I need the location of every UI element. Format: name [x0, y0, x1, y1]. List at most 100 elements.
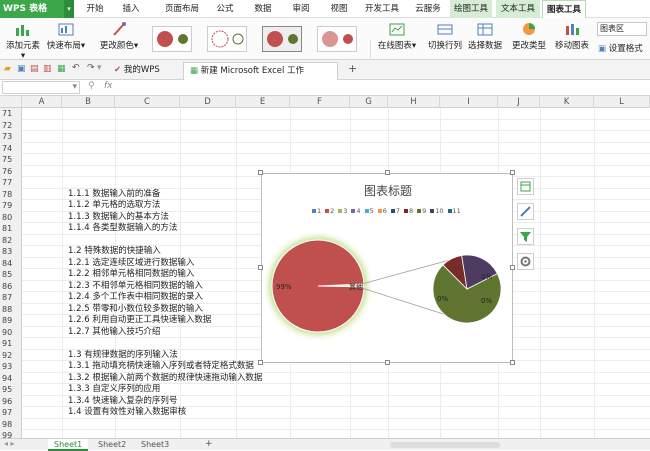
column-header[interactable]: B — [62, 96, 115, 108]
set-format-button[interactable]: ▣ 设置格式 — [598, 42, 648, 54]
chart-title[interactable]: 图表标题 — [262, 182, 514, 199]
preview-icon[interactable]: ▦ — [57, 64, 66, 74]
menu-tab[interactable]: 文本工具 — [496, 0, 540, 18]
row-number[interactable]: 94 — [0, 372, 22, 384]
cell-text[interactable]: 1.3.1 拖动填充柄快速输入序列或者特定格式数据 — [68, 361, 254, 373]
chevron-down-icon[interactable]: ▾ — [64, 0, 74, 18]
cell-text[interactable]: 1.1.4 各类型数据输入的方法 — [68, 223, 177, 235]
menu-tab[interactable]: 公式 — [208, 0, 242, 18]
sheet-nav-icon[interactable]: ◂ ▸ — [4, 439, 15, 448]
menu-tab[interactable]: 开发工具 — [360, 0, 404, 18]
row-number[interactable]: 98 — [0, 418, 22, 430]
quick-layout-button[interactable]: 快速布局▾ — [46, 22, 86, 51]
cell-text[interactable]: 1.2.3 不相邻单元格相同数据的输入 — [68, 281, 203, 293]
resize-handle[interactable] — [510, 360, 515, 365]
resize-handle[interactable] — [258, 360, 263, 365]
row-number[interactable]: 74 — [0, 142, 22, 154]
menu-tab[interactable]: 开始 — [78, 0, 112, 18]
row-number[interactable]: 82 — [0, 234, 22, 246]
row-number[interactable]: 78 — [0, 188, 22, 200]
row-number[interactable]: 80 — [0, 211, 22, 223]
cell-text[interactable]: 1.2.5 带零和小数位较多数据的输入 — [68, 304, 203, 316]
menu-tab[interactable]: 数据 — [246, 0, 280, 18]
folder-icon[interactable]: ▰ — [4, 64, 11, 74]
row-number[interactable]: 86 — [0, 280, 22, 292]
chart-style-1[interactable] — [152, 26, 192, 52]
chart-filter-button[interactable] — [517, 228, 534, 245]
menu-tab[interactable]: 页面布局 — [152, 0, 212, 18]
row-number[interactable]: 83 — [0, 246, 22, 258]
column-header[interactable]: E — [236, 96, 290, 108]
row-number[interactable]: 93 — [0, 361, 22, 373]
chart-area-select[interactable]: 图表区 — [597, 22, 647, 36]
row-number[interactable]: 76 — [0, 165, 22, 177]
row-number[interactable]: 96 — [0, 395, 22, 407]
cell-text[interactable]: 1.2 特殊数据的快捷输入 — [68, 246, 161, 258]
row-number[interactable]: 85 — [0, 269, 22, 281]
chart-style-2[interactable] — [207, 26, 247, 52]
menu-tab[interactable]: 绘图工具 — [450, 0, 492, 18]
cell-text[interactable]: 1.2.1 选定连续区域进行数据输入 — [68, 258, 194, 270]
row-number[interactable]: 75 — [0, 154, 22, 166]
undo-icon[interactable]: ↶ — [72, 63, 80, 73]
column-header[interactable]: A — [22, 96, 62, 108]
column-header[interactable]: F — [290, 96, 350, 108]
sheet-tab[interactable]: Sheet3 — [135, 439, 175, 451]
chevron-down-icon[interactable]: ▾ — [72, 82, 77, 92]
resize-handle[interactable] — [385, 360, 390, 365]
row-number[interactable]: 99 — [0, 430, 22, 438]
cell-text[interactable]: 1.1.2 单元格的选取方法 — [68, 200, 160, 212]
row-number[interactable]: 89 — [0, 315, 22, 327]
row-number[interactable]: 72 — [0, 119, 22, 131]
row-number[interactable]: 84 — [0, 257, 22, 269]
switch-row-col-button[interactable]: 切换行列 — [426, 22, 464, 51]
menu-tab[interactable]: 插入 — [114, 0, 148, 18]
row-number[interactable]: 92 — [0, 349, 22, 361]
redo-icon[interactable]: ↷ — [87, 63, 95, 73]
select-all-corner[interactable] — [0, 96, 22, 108]
resize-handle[interactable] — [258, 170, 263, 175]
column-header[interactable]: I — [440, 96, 498, 108]
new-tab-button[interactable]: + — [348, 62, 357, 75]
chart-style-4[interactable] — [317, 26, 357, 52]
name-box[interactable]: ▾ — [2, 81, 80, 94]
row-number[interactable]: 95 — [0, 384, 22, 396]
cell-text[interactable]: 1.3.2 根据输入前两个数据的规律快速拖动输入数据 — [68, 373, 262, 385]
menu-tab[interactable]: 视图 — [322, 0, 356, 18]
chart-elements-button[interactable] — [517, 178, 534, 195]
cell-text[interactable]: 1.1.1 数据输入前的准备 — [68, 189, 160, 201]
online-chart-button[interactable]: 在线图表▾ — [376, 22, 418, 51]
row-number[interactable]: 88 — [0, 303, 22, 315]
column-header[interactable]: H — [388, 96, 440, 108]
app-menu-button[interactable]: WPS 表格 ▾ — [0, 0, 74, 18]
select-data-button[interactable]: 选择数据 — [466, 22, 504, 51]
add-sheet-button[interactable]: + — [205, 439, 213, 449]
cell-text[interactable]: 1.2.6 利用自动更正工具快速输入数据 — [68, 315, 211, 327]
column-header[interactable]: L — [594, 96, 650, 108]
menu-tab[interactable]: 图表工具 — [542, 0, 586, 18]
pie-other-label[interactable]: 其他 — [349, 282, 363, 291]
resize-handle[interactable] — [258, 265, 263, 270]
row-number[interactable]: 77 — [0, 177, 22, 189]
cell-text[interactable]: 1.2.7 其他输入技巧介绍 — [68, 327, 160, 339]
cell-text[interactable]: 1.2.4 多个工作表中相同数据的录入 — [68, 292, 203, 304]
resize-handle[interactable] — [385, 170, 390, 175]
menu-tab[interactable]: 云服务 — [406, 0, 450, 18]
resize-handle[interactable] — [510, 170, 515, 175]
zoom-icon[interactable]: ⚲ — [88, 81, 95, 91]
cell-text[interactable]: 1.3 有规律数据的序列输入法 — [68, 350, 178, 362]
column-header[interactable]: D — [180, 96, 236, 108]
sheet-tab[interactable]: Sheet1 — [48, 439, 89, 451]
cell-text[interactable]: 1.2.2 相邻单元格相同数据的输入 — [68, 269, 194, 281]
fx-icon[interactable]: fx — [104, 81, 113, 91]
row-number[interactable]: 79 — [0, 200, 22, 212]
chart-style-3[interactable] — [262, 26, 302, 52]
cell-text[interactable]: 1.3.4 快速输入复杂的序列号 — [68, 396, 177, 408]
secondary-pie-label[interactable]: 0% — [481, 273, 492, 281]
column-header[interactable]: J — [498, 96, 540, 108]
row-number[interactable]: 73 — [0, 131, 22, 143]
row-number[interactable]: 90 — [0, 326, 22, 338]
resize-handle[interactable] — [510, 265, 515, 270]
print-icon[interactable]: ▤ — [30, 64, 39, 74]
chevron-down-icon[interactable]: ▾ — [97, 63, 102, 73]
